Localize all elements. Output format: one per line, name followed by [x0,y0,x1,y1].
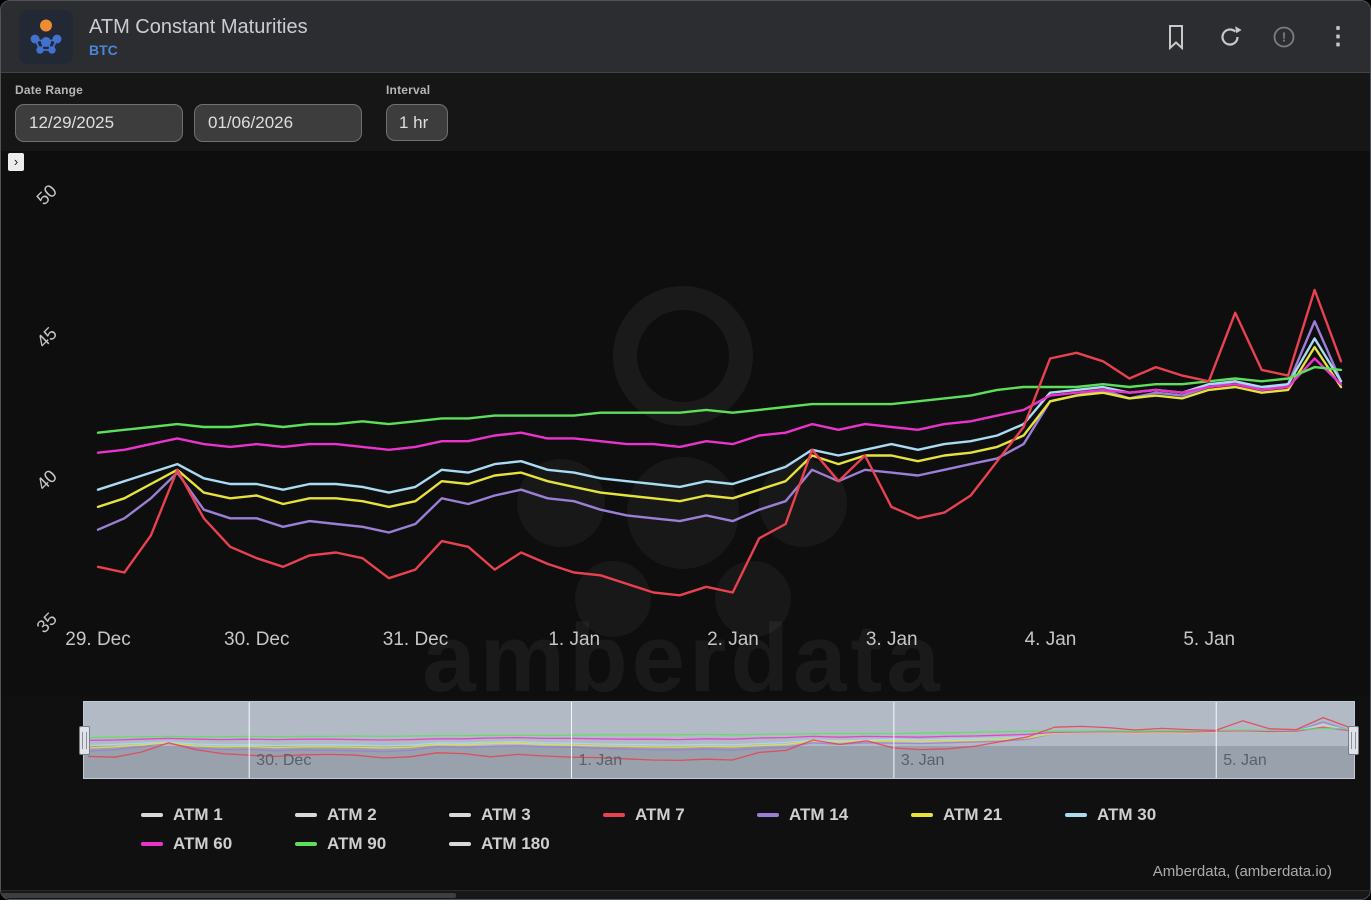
x-axis-label: 31. Dec [383,629,448,650]
legend-item-atm-1[interactable]: ATM 1 [141,800,295,829]
legend-item-atm-60[interactable]: ATM 60 [141,829,295,858]
attribution: Amberdata, (amberdata.io) [1153,863,1332,880]
chart-navigator[interactable]: 30. Dec 1. Jan 3. Jan 5. Jan [83,701,1355,779]
navigator-chart[interactable]: 30. Dec 1. Jan 3. Jan 5. Jan [84,702,1354,778]
legend-item-atm-2[interactable]: ATM 2 [295,800,449,829]
header-actions: ! ⋮ [1162,23,1352,51]
x-axis-label: 30. Dec [224,629,289,650]
date-to-input[interactable] [194,104,362,142]
legend-marker [449,842,471,846]
horizontal-scrollbar[interactable] [1,890,1370,899]
legend-marker [1065,813,1087,817]
y-axis-label: 45 [33,323,61,351]
interval-label: Interval [386,83,448,97]
navigator-axis-label: 30. Dec [256,752,311,769]
x-axis-label: 29. Dec [65,629,130,650]
date-from-input[interactable] [15,104,183,142]
legend-marker [295,842,317,846]
legend-label: ATM 30 [1097,805,1156,825]
kebab-menu-button[interactable]: ⋮ [1324,23,1352,51]
legend-item-atm-180[interactable]: ATM 180 [449,829,603,858]
info-glyph: ! [1282,29,1286,44]
legend-item-atm-7[interactable]: ATM 7 [603,800,757,829]
date-range-label: Date Range [15,83,362,97]
amberdata-logo [19,10,73,64]
y-axis-label: 40 [33,466,61,494]
legend-item-atm-21[interactable]: ATM 21 [911,800,1065,829]
amberdata-logo-icon [26,17,66,57]
kebab-menu-icon: ⋮ [1326,25,1350,49]
horizontal-scrollbar-thumb[interactable] [1,893,456,898]
navigator-axis-label: 1. Jan [579,752,623,769]
interval-select[interactable]: 1 hr [386,104,448,141]
legend-item-atm-14[interactable]: ATM 14 [757,800,911,829]
x-axis-label: 4. Jan [1025,629,1077,650]
panel-header: ATM Constant Maturities BTC ! [1,1,1370,73]
navigator-right-handle[interactable] [1348,726,1359,755]
legend-label: ATM 21 [943,805,1002,825]
legend-item-atm-90[interactable]: ATM 90 [295,829,449,858]
bookmark-icon [1166,24,1186,50]
panel-expand-icon: › [14,154,18,169]
navigator-left-handle[interactable] [79,726,90,755]
legend-item-atm-3[interactable]: ATM 3 [449,800,603,829]
legend-label: ATM 180 [481,834,550,854]
legend-label: ATM 3 [481,805,531,825]
legend-marker [295,813,317,817]
x-axis-label: 1. Jan [548,629,600,650]
title-block: ATM Constant Maturities BTC [89,16,308,58]
info-icon: ! [1271,24,1297,50]
legend-marker [603,813,625,817]
y-axis-label: 35 [33,609,61,637]
legend-marker [449,813,471,817]
bookmark-button[interactable] [1162,23,1190,51]
watermark-text: amberdata [422,605,944,696]
refresh-icon [1217,24,1243,50]
chart-legend: ATM 1 ATM 2 ATM 3 ATM 7 ATM 14 ATM 21 ATM 30 AT… [141,800,1246,858]
x-axis-label: 3. Jan [866,629,918,650]
legend-label: ATM 14 [789,805,848,825]
legend-marker [141,813,163,817]
refresh-button[interactable] [1216,23,1244,51]
y-axis-label: 50 [33,181,61,209]
legend-label: ATM 60 [173,834,232,854]
page-title: ATM Constant Maturities [89,16,308,38]
legend-item-atm-30[interactable]: ATM 30 [1065,800,1219,829]
legend-marker [911,813,933,817]
info-button[interactable]: ! [1270,23,1298,51]
asset-label: BTC [89,42,308,58]
interval-group: Interval 1 hr [386,83,448,141]
x-axis-label: 5. Jan [1183,629,1235,650]
legend-label: ATM 7 [635,805,685,825]
navigator-axis-label: 3. Jan [901,752,945,769]
app-window: ATM Constant Maturities BTC ! [0,0,1371,900]
chart-controls: Date Range Interval 1 hr [1,73,1370,151]
main-chart[interactable]: amberdata 35 40 45 50 29. Dec 30. Dec 31. Dec 1… [1,151,1371,696]
date-range-group: Date Range [15,83,362,141]
navigator-axis-label: 5. Jan [1223,752,1267,769]
x-axis-label: 2. Jan [707,629,759,650]
panel-expand-toggle[interactable]: › [8,153,24,171]
legend-marker [141,842,163,846]
legend-label: ATM 1 [173,805,223,825]
legend-label: ATM 2 [327,805,377,825]
legend-marker [757,813,779,817]
legend-label: ATM 90 [327,834,386,854]
